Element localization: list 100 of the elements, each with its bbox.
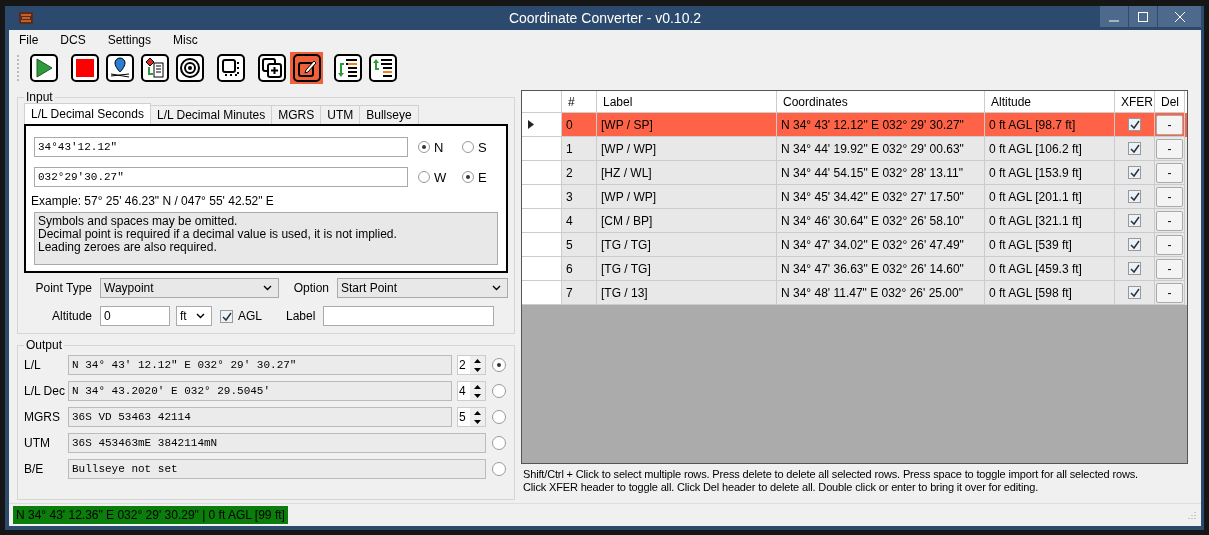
stop-tool-button[interactable] (68, 52, 101, 84)
menu-item[interactable]: Settings (107, 33, 152, 47)
tab[interactable]: L/L Decimal Seconds (24, 103, 151, 124)
pin-list-tool-button[interactable] (138, 52, 171, 84)
point-type-dropdown[interactable]: Waypoint (100, 278, 279, 298)
radio-option[interactable]: N (418, 139, 452, 155)
note-text: Decimal point is required if a decimal value is used, it is not implied. (38, 228, 398, 241)
delete-button[interactable]: - (1156, 114, 1183, 135)
check-icon (1129, 167, 1140, 178)
list-down-icon (333, 54, 362, 82)
menu-item[interactable]: Misc (173, 33, 198, 47)
xfer-checkbox[interactable] (1128, 166, 1141, 179)
help-text: Shift/Ctrl + Click to select multiple rows. Press delete to delete all selected rows. Press space to toggle import for all selected rows. (523, 468, 1139, 481)
output-radio[interactable] (492, 410, 506, 424)
delete-button[interactable]: - (1156, 210, 1183, 231)
check-icon (1129, 143, 1140, 154)
note-text: Symbols and spaces may be omitted. (38, 215, 239, 228)
field-label: Label (286, 309, 316, 323)
edit-tool-button[interactable] (290, 52, 323, 84)
down-arrow-icon[interactable] (474, 393, 481, 398)
output-value: Bullseye not set (68, 459, 486, 479)
delete-button[interactable]: - (1156, 258, 1183, 279)
xfer-checkbox[interactable] (1128, 190, 1141, 203)
chevron-icon (492, 285, 501, 291)
close-icon (1173, 10, 1186, 23)
unit-dropdown[interactable]: ft (176, 306, 212, 326)
add-icon (257, 54, 286, 82)
precision-spinner[interactable]: 5 (457, 407, 486, 427)
radio-option[interactable]: S (462, 139, 496, 155)
table-cell: [TG / 13] (597, 281, 777, 305)
pin-list-icon (140, 54, 169, 82)
coordinate-input[interactable]: 032°29'30.27" (34, 167, 408, 187)
screen-tool-button[interactable] (214, 52, 247, 84)
xfer-checkbox[interactable] (1128, 214, 1141, 227)
list-down-tool-button[interactable] (331, 52, 364, 84)
target-icon (175, 54, 204, 82)
up-arrow-icon[interactable] (474, 358, 481, 363)
radio-option[interactable]: E (462, 169, 496, 185)
output-label: MGRS (24, 410, 61, 424)
down-arrow-icon[interactable] (474, 367, 481, 372)
option-dropdown[interactable]: Start Point (337, 278, 508, 298)
altitude-input[interactable]: 0 (100, 306, 170, 326)
xfer-checkbox[interactable] (1128, 262, 1141, 275)
menu-item[interactable]: File (19, 33, 39, 47)
agl-checkbox[interactable]: AGL (220, 309, 262, 323)
maximize-icon (1137, 10, 1149, 23)
output-radio[interactable] (492, 358, 506, 372)
output-radio[interactable] (492, 384, 506, 398)
label-input[interactable] (323, 306, 495, 326)
xfer-checkbox[interactable] (1128, 238, 1141, 251)
play-tool-button[interactable] (27, 52, 60, 84)
tab[interactable]: Bullseye (359, 105, 419, 124)
pin-tool-button[interactable] (103, 52, 136, 84)
window-title: Coordinate Converter - v0.10.2 (508, 10, 702, 26)
precision-spinner[interactable]: 4 (457, 381, 486, 401)
chevron-icon (196, 313, 205, 319)
delete-button[interactable]: - (1156, 138, 1183, 159)
up-arrow-icon[interactable] (474, 410, 481, 415)
table-cell: N 34° 48' 11.47" E 032° 26' 25.00" (777, 281, 985, 305)
minimize-button[interactable] (1099, 6, 1128, 27)
row-header[interactable] (522, 113, 562, 137)
note-text: Leading zeroes are also required. (38, 241, 218, 254)
output-radio[interactable] (492, 436, 506, 450)
delete-button[interactable]: - (1156, 186, 1183, 207)
close-button[interactable] (1157, 6, 1201, 27)
help-text: Click XFER header to toggle all. Click Del header to delete all. Double click or enter to bring it over for editing. (523, 481, 1040, 494)
check-icon (1129, 119, 1140, 130)
delete-button[interactable]: - (1156, 234, 1183, 255)
target-tool-button[interactable] (173, 52, 206, 84)
coordinate-input[interactable]: 34°43'12.12" (34, 137, 408, 157)
add-tool-button[interactable] (255, 52, 288, 84)
up-arrow-icon[interactable] (474, 384, 481, 389)
check-icon (1129, 239, 1140, 250)
check-icon (1129, 191, 1140, 202)
output-label: L/L Dec (24, 384, 66, 398)
group-title: Output (25, 338, 64, 352)
resize-grip-icon (1187, 510, 1197, 520)
precision-spinner[interactable]: 2 (457, 355, 486, 375)
delete-button[interactable]: - (1156, 282, 1183, 303)
check-icon (1129, 263, 1140, 274)
output-label: L/L (24, 358, 42, 372)
field-label: Altitude (50, 309, 92, 323)
list-up-tool-button[interactable] (366, 52, 399, 84)
current-row-icon (528, 120, 534, 129)
radio-option[interactable]: W (418, 169, 452, 185)
menu-item[interactable]: DCS (60, 33, 86, 47)
output-label: B/E (24, 462, 45, 476)
output-radio[interactable] (492, 462, 506, 476)
example-text: Example: 57° 25' 46.23" N / 047° 55' 42.52" E (31, 194, 275, 208)
table-cell: 0 ft AGL [598 ft] (985, 281, 1115, 305)
list-up-icon (368, 54, 397, 82)
status-text: N 34° 43' 12.36" E 032° 29' 30.29" | 0 ft AGL [99 ft] (13, 506, 288, 524)
output-label: UTM (24, 436, 51, 450)
xfer-checkbox[interactable] (1128, 142, 1141, 155)
down-arrow-icon[interactable] (474, 419, 481, 424)
delete-button[interactable]: - (1156, 162, 1183, 183)
xfer-checkbox[interactable] (1128, 118, 1141, 131)
screen-icon (216, 54, 245, 82)
xfer-checkbox[interactable] (1128, 286, 1141, 299)
maximize-button[interactable] (1128, 6, 1157, 27)
